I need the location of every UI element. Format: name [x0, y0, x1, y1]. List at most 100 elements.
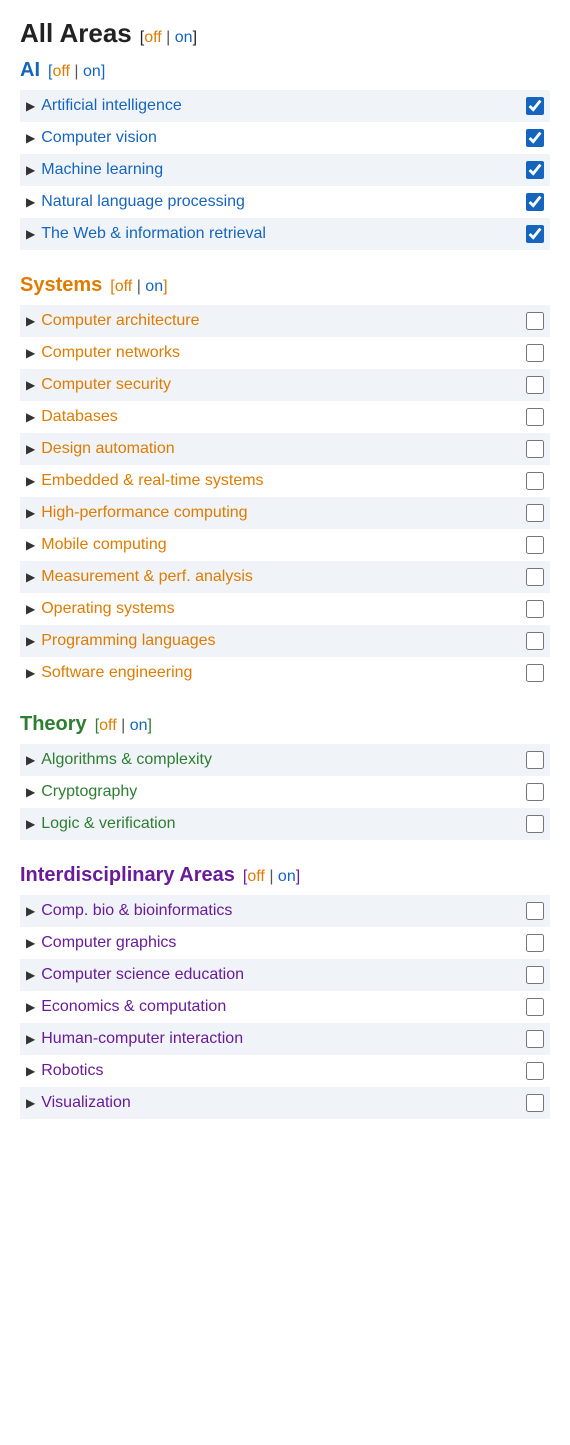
list-item: ▶ Logic & verification — [20, 808, 550, 840]
expand-arrow-icon[interactable]: ▶ — [26, 442, 35, 456]
item-checkbox-ai-0[interactable] — [526, 97, 544, 115]
expand-arrow-icon[interactable]: ▶ — [26, 314, 35, 328]
section-header-interdisciplinary: Interdisciplinary Areas [off | on] — [20, 864, 550, 887]
expand-arrow-icon[interactable]: ▶ — [26, 227, 35, 241]
item-checkbox-systems-9[interactable] — [526, 600, 544, 618]
list-item: ▶ Measurement & perf. analysis — [20, 561, 550, 593]
item-label-systems-8[interactable]: Measurement & perf. analysis — [41, 568, 253, 586]
expand-arrow-icon[interactable]: ▶ — [26, 968, 35, 982]
expand-arrow-icon[interactable]: ▶ — [26, 602, 35, 616]
item-checkbox-systems-5[interactable] — [526, 472, 544, 490]
item-label-systems-0[interactable]: Computer architecture — [41, 312, 199, 330]
item-checkbox-systems-8[interactable] — [526, 568, 544, 586]
item-checkbox-interdisciplinary-4[interactable] — [526, 1030, 544, 1048]
item-checkbox-systems-3[interactable] — [526, 408, 544, 426]
item-checkbox-interdisciplinary-5[interactable] — [526, 1062, 544, 1080]
item-checkbox-interdisciplinary-1[interactable] — [526, 934, 544, 952]
section-toggle-on-theory[interactable]: on — [130, 717, 148, 734]
section-header-ai: AI [off | on] — [20, 59, 550, 82]
item-label-systems-6[interactable]: High-performance computing — [41, 504, 247, 522]
section-ai: AI [off | on] ▶ Artificial intelligence ▶ C… — [20, 59, 550, 250]
item-label-systems-11[interactable]: Software engineering — [41, 664, 192, 682]
item-checkbox-systems-4[interactable] — [526, 440, 544, 458]
item-checkbox-systems-2[interactable] — [526, 376, 544, 394]
item-label-systems-9[interactable]: Operating systems — [41, 600, 174, 618]
item-label-interdisciplinary-6[interactable]: Visualization — [41, 1094, 131, 1112]
item-label-systems-4[interactable]: Design automation — [41, 440, 174, 458]
item-checkbox-systems-10[interactable] — [526, 632, 544, 650]
section-toggle-on-systems[interactable]: on — [145, 278, 163, 295]
item-checkbox-systems-6[interactable] — [526, 504, 544, 522]
expand-arrow-icon[interactable]: ▶ — [26, 163, 35, 177]
list-item: ▶ Comp. bio & bioinformatics — [20, 895, 550, 927]
item-checkbox-theory-1[interactable] — [526, 783, 544, 801]
expand-arrow-icon[interactable]: ▶ — [26, 131, 35, 145]
list-item: ▶ Natural language processing — [20, 186, 550, 218]
expand-arrow-icon[interactable]: ▶ — [26, 753, 35, 767]
section-toggle-on-interdisciplinary[interactable]: on — [278, 868, 296, 885]
item-label-interdisciplinary-4[interactable]: Human-computer interaction — [41, 1030, 243, 1048]
item-checkbox-theory-0[interactable] — [526, 751, 544, 769]
item-checkbox-systems-7[interactable] — [526, 536, 544, 554]
item-checkbox-interdisciplinary-0[interactable] — [526, 902, 544, 920]
item-label-interdisciplinary-0[interactable]: Comp. bio & bioinformatics — [41, 902, 232, 920]
expand-arrow-icon[interactable]: ▶ — [26, 474, 35, 488]
expand-arrow-icon[interactable]: ▶ — [26, 1064, 35, 1078]
item-label-ai-1[interactable]: Computer vision — [41, 129, 157, 147]
item-label-ai-0[interactable]: Artificial intelligence — [41, 97, 182, 115]
section-toggle-off-interdisciplinary[interactable]: off — [247, 868, 265, 885]
expand-arrow-icon[interactable]: ▶ — [26, 666, 35, 680]
expand-arrow-icon[interactable]: ▶ — [26, 538, 35, 552]
item-label-interdisciplinary-5[interactable]: Robotics — [41, 1062, 103, 1080]
item-checkbox-ai-2[interactable] — [526, 161, 544, 179]
item-checkbox-interdisciplinary-2[interactable] — [526, 966, 544, 984]
item-label-systems-7[interactable]: Mobile computing — [41, 536, 166, 554]
section-toggle-off-theory[interactable]: off — [99, 717, 117, 734]
expand-arrow-icon[interactable]: ▶ — [26, 346, 35, 360]
item-label-systems-1[interactable]: Computer networks — [41, 344, 180, 362]
item-label-interdisciplinary-1[interactable]: Computer graphics — [41, 934, 176, 952]
item-label-theory-1[interactable]: Cryptography — [41, 783, 137, 801]
item-checkbox-interdisciplinary-6[interactable] — [526, 1094, 544, 1112]
section-toggle-off-systems[interactable]: off — [115, 278, 133, 295]
expand-arrow-icon[interactable]: ▶ — [26, 1032, 35, 1046]
item-label-interdisciplinary-2[interactable]: Computer science education — [41, 966, 244, 984]
item-list-interdisciplinary: ▶ Comp. bio & bioinformatics ▶ Computer gra… — [20, 895, 550, 1119]
item-label-ai-2[interactable]: Machine learning — [41, 161, 163, 179]
expand-arrow-icon[interactable]: ▶ — [26, 1000, 35, 1014]
item-label-systems-5[interactable]: Embedded & real-time systems — [41, 472, 263, 490]
item-checkbox-theory-2[interactable] — [526, 815, 544, 833]
item-checkbox-systems-1[interactable] — [526, 344, 544, 362]
item-label-theory-0[interactable]: Algorithms & complexity — [41, 751, 212, 769]
expand-arrow-icon[interactable]: ▶ — [26, 936, 35, 950]
item-checkbox-ai-3[interactable] — [526, 193, 544, 211]
expand-arrow-icon[interactable]: ▶ — [26, 410, 35, 424]
expand-arrow-icon[interactable]: ▶ — [26, 99, 35, 113]
section-toggle-off-ai[interactable]: off — [52, 63, 70, 80]
expand-arrow-icon[interactable]: ▶ — [26, 195, 35, 209]
section-label-interdisciplinary: Interdisciplinary Areas — [20, 864, 235, 887]
expand-arrow-icon[interactable]: ▶ — [26, 378, 35, 392]
item-label-ai-3[interactable]: Natural language processing — [41, 193, 245, 211]
item-label-theory-2[interactable]: Logic & verification — [41, 815, 175, 833]
all-areas-toggle-off[interactable]: off — [144, 29, 162, 46]
item-label-systems-2[interactable]: Computer security — [41, 376, 171, 394]
expand-arrow-icon[interactable]: ▶ — [26, 506, 35, 520]
item-checkbox-systems-0[interactable] — [526, 312, 544, 330]
section-toggle-on-ai[interactable]: on — [83, 63, 101, 80]
expand-arrow-icon[interactable]: ▶ — [26, 904, 35, 918]
item-label-interdisciplinary-3[interactable]: Economics & computation — [41, 998, 226, 1016]
expand-arrow-icon[interactable]: ▶ — [26, 817, 35, 831]
item-label-systems-10[interactable]: Programming languages — [41, 632, 215, 650]
expand-arrow-icon[interactable]: ▶ — [26, 570, 35, 584]
item-checkbox-ai-4[interactable] — [526, 225, 544, 243]
item-checkbox-interdisciplinary-3[interactable] — [526, 998, 544, 1016]
item-checkbox-ai-1[interactable] — [526, 129, 544, 147]
expand-arrow-icon[interactable]: ▶ — [26, 634, 35, 648]
expand-arrow-icon[interactable]: ▶ — [26, 785, 35, 799]
item-label-ai-4[interactable]: The Web & information retrieval — [41, 225, 266, 243]
item-checkbox-systems-11[interactable] — [526, 664, 544, 682]
item-label-systems-3[interactable]: Databases — [41, 408, 118, 426]
all-areas-toggle-on[interactable]: on — [175, 29, 193, 46]
expand-arrow-icon[interactable]: ▶ — [26, 1096, 35, 1110]
